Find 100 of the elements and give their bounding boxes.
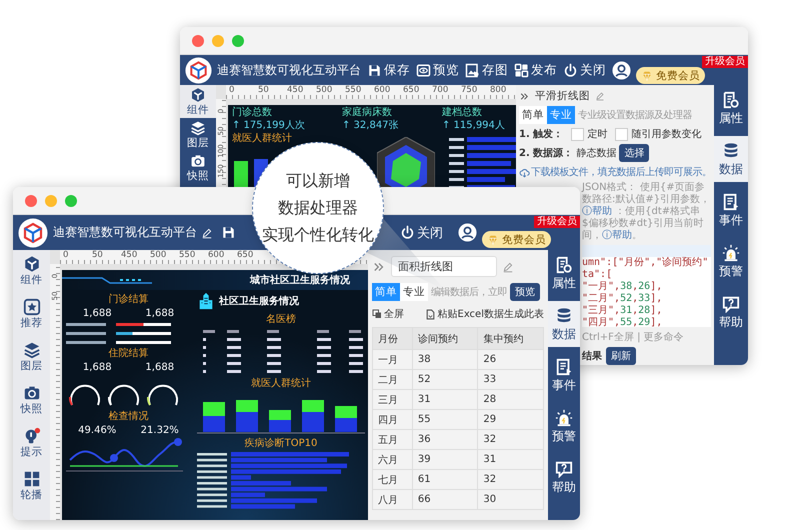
- download-link[interactable]: 下载模板文件，填充数据后上传即可展示。: [531, 165, 712, 179]
- editor-hint: Ctrl+F全屏 | 更多命令: [582, 331, 684, 344]
- ruler-number: 450: [287, 85, 304, 97]
- minimize-control[interactable]: [212, 34, 224, 46]
- upgrade-badge[interactable]: 升级会员: [534, 216, 580, 228]
- member-badge[interactable]: 免费会员: [636, 67, 705, 84]
- publish-button[interactable]: 发布: [511, 62, 560, 78]
- close-control[interactable]: [192, 34, 204, 46]
- table-cell: 61: [412, 470, 478, 490]
- ruler-number: 600: [208, 250, 226, 262]
- table-cell: 七月: [372, 470, 412, 490]
- section-title: 疾病诊断TOP10: [244, 436, 318, 450]
- stat-value: 1,688: [145, 308, 174, 319]
- zoom-control[interactable]: [65, 194, 77, 206]
- image-icon: [465, 62, 480, 78]
- dashboard-title: 城市社区卫生服务情况: [250, 273, 350, 287]
- help-icon: [722, 295, 740, 313]
- section-title: 检查情况: [108, 410, 150, 423]
- preview-button[interactable]: 预览: [413, 62, 462, 78]
- file-icon: [424, 308, 436, 320]
- save-button[interactable]: 保存: [364, 62, 413, 78]
- column-header[interactable]: 集中预约: [478, 328, 544, 350]
- app-logo: [18, 218, 48, 248]
- sidebar-item[interactable]: 组件: [180, 85, 216, 118]
- mode-tab[interactable]: 专业: [400, 283, 428, 301]
- ruler-number: 0: [63, 250, 70, 262]
- refresh-button[interactable]: 刷新: [606, 347, 636, 365]
- database-icon: [555, 307, 573, 325]
- paste-excel-link[interactable]: 粘贴Excel数据生成此表: [438, 307, 544, 321]
- user-icon: [458, 223, 477, 242]
- ruler-number: 50: [92, 250, 104, 262]
- callout-text: 数据处理器: [278, 198, 358, 218]
- callout-text: 可以新增: [286, 170, 350, 192]
- ruler-number: 450: [121, 250, 138, 262]
- checkbox[interactable]: [571, 128, 584, 140]
- power-icon: [400, 225, 415, 240]
- callout-text: 实现个性化转化: [262, 224, 374, 246]
- close-control[interactable]: [25, 194, 37, 206]
- minimize-control[interactable]: [45, 194, 57, 206]
- layers-icon: [190, 120, 206, 136]
- save-image-button[interactable]: 存图: [462, 62, 511, 78]
- help-link[interactable]: ⓘ帮助: [602, 230, 632, 241]
- table-cell: 52: [412, 370, 478, 390]
- table-cell: 31: [412, 390, 478, 410]
- ruler-number: 550: [179, 250, 196, 262]
- section-title: 住院结算: [108, 346, 150, 360]
- stat-title: 建档总数: [442, 107, 483, 119]
- stat-value: 1,688: [145, 362, 174, 373]
- stat-value: 49.46%: [78, 425, 116, 436]
- upgrade-badge[interactable]: 升级会员: [702, 56, 748, 68]
- document-arrow-icon: [722, 193, 740, 211]
- stat-title: 门诊总数: [232, 107, 273, 119]
- table-cell: 八月: [372, 490, 412, 510]
- database-icon: [722, 142, 740, 160]
- stat-value: ↑ 175,199人次: [232, 120, 306, 132]
- table-cell: 32: [478, 430, 544, 450]
- table-cell: 31: [478, 450, 544, 470]
- ruler-number: 750: [461, 85, 478, 97]
- table-cell: 38: [412, 350, 478, 370]
- table-cell: 32: [478, 470, 544, 490]
- column-header[interactable]: 月份: [372, 328, 412, 350]
- help-link[interactable]: ⓘ帮助: [582, 206, 612, 217]
- code-editor[interactable]: umn":["月份","诊间预约" ta":[ "一月",38,26], "二月",52,33], "三月",31,28], "四月",55,29],: [582, 245, 711, 327]
- select-button[interactable]: 选择: [619, 144, 650, 162]
- bulb-icon: [22, 427, 40, 445]
- zoom-control[interactable]: [232, 34, 244, 46]
- layers-icon: [22, 341, 40, 359]
- cube-icon: [190, 87, 206, 103]
- side-tab[interactable]: 数据: [548, 301, 580, 347]
- help-icon: [555, 460, 573, 478]
- table-cell: 六月: [372, 450, 412, 470]
- member-badge[interactable]: 免费会员: [482, 231, 551, 248]
- app-title: 迪赛智慧数可视化互动平台: [53, 224, 197, 241]
- eye-icon: [416, 62, 431, 78]
- field-label: 1. 触发：: [519, 128, 564, 141]
- stat-value: 21.32%: [140, 425, 179, 436]
- close-button[interactable]: 关闭: [560, 62, 609, 78]
- hint-text: 编辑数据后，立即: [431, 286, 507, 299]
- stat-title: 家庭病床数: [342, 107, 393, 119]
- ruler-number: 800: [490, 85, 508, 97]
- table-cell: 55: [412, 410, 478, 430]
- table-cell: 四月: [372, 410, 412, 430]
- json-format-note: JSON格式： 使用{#页面参数路径:默认值#}引用参数， ⓘ帮助 ：使用{dt#格式串$偏移秒数#dt}引用当前时间，ⓘ帮助。: [582, 182, 711, 242]
- column-header[interactable]: 诊间预约: [412, 328, 478, 350]
- checkbox[interactable]: [615, 128, 628, 140]
- table-cell: 66: [412, 490, 478, 510]
- hint-text: 专业级设置数据源及处理器: [578, 108, 692, 122]
- section-title: 就医人群统计: [250, 376, 312, 390]
- star-box-icon: [22, 298, 40, 316]
- stat-value: 1,688: [82, 308, 112, 319]
- fullscreen-link[interactable]: 全屏: [384, 307, 404, 321]
- grid-icon: [22, 470, 40, 488]
- diamond-icon: [641, 70, 653, 82]
- cloud-download-icon: [519, 166, 530, 178]
- side-tab[interactable]: 数据: [714, 136, 748, 182]
- preview-button[interactable]: 预览: [510, 283, 540, 301]
- panel-title: 平滑折线图: [535, 89, 590, 103]
- section-title: 门诊结算: [108, 292, 150, 306]
- close-button[interactable]: 关闭: [397, 224, 446, 242]
- mode-tab[interactable]: 简单: [519, 106, 547, 124]
